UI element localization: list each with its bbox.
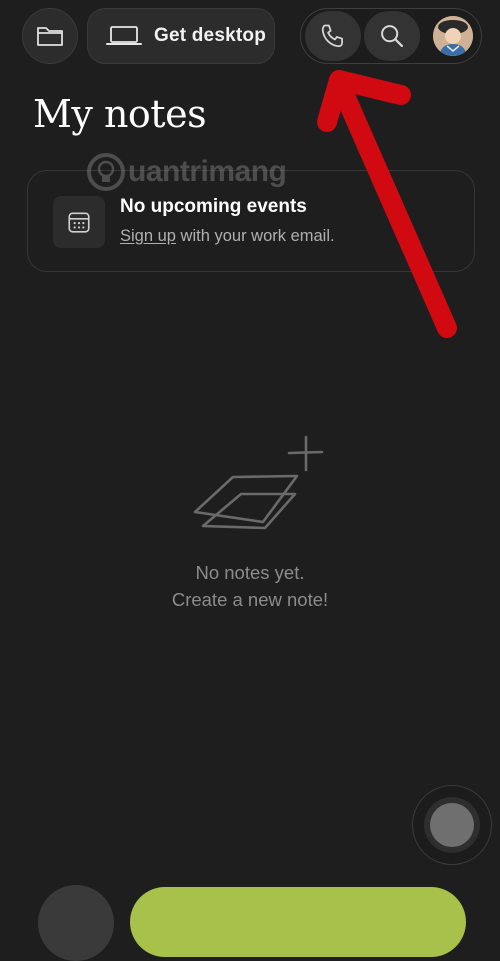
sign-up-suffix: with your work email. [175,227,335,245]
upcoming-events-card: No upcoming events Sign up with your wor… [27,170,475,272]
empty-state-line-2: Create a new note! [171,589,329,610]
get-desktop-button[interactable]: Get desktop [87,8,275,64]
events-subtitle: Sign up with your work email. [120,227,335,246]
bottom-left-button[interactable] [38,885,114,961]
get-desktop-label: Get desktop [154,25,266,46]
floating-action-button[interactable] [412,785,492,865]
new-note-button[interactable] [130,887,466,957]
search-button[interactable] [364,11,420,61]
avatar-image [433,16,473,56]
folder-icon [37,27,63,46]
empty-state-line-1: No notes yet. [195,562,305,583]
calendar-tile [53,196,105,248]
floating-button-knob [430,803,474,847]
new-note-illustration-icon [193,435,324,530]
search-icon [381,25,404,48]
calendar-icon [68,212,90,233]
sign-up-link[interactable]: Sign up [120,227,176,245]
header-actions [300,8,482,64]
events-title: No upcoming events [120,196,307,217]
phone-button[interactable] [305,11,361,61]
laptop-icon [106,26,142,45]
phone-icon [321,24,343,48]
avatar[interactable] [433,16,473,56]
folder-button[interactable] [22,8,78,64]
page-title: My notes [33,92,207,136]
